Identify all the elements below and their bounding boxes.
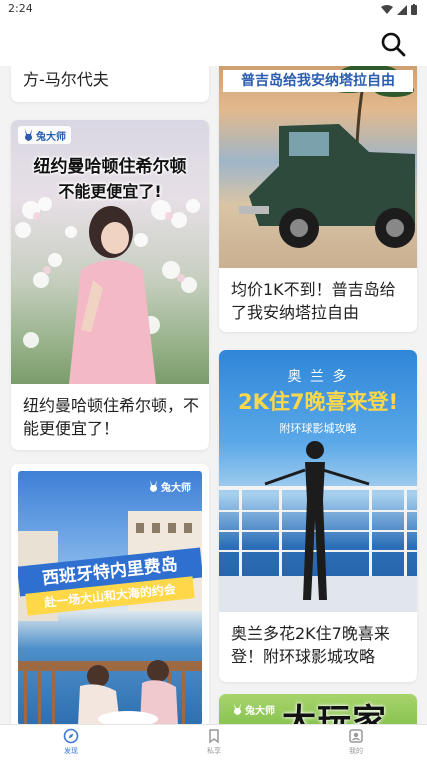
bookmark-icon xyxy=(209,729,219,744)
card-image: 兔大师 纽约曼哈顿住希尔顿 不能更便宜了! xyxy=(11,120,209,384)
card-title: 纽约曼哈顿住希尔顿，不能更便宜了！ xyxy=(23,396,200,438)
brand-badge: 兔大师 xyxy=(227,700,280,718)
bottom-tab-bar: 发现 私享 我的 xyxy=(0,724,427,760)
top-bar xyxy=(0,20,427,66)
jeep-beach-photo xyxy=(239,66,415,248)
image-overlay-text: 纽约曼哈顿住希尔顿 xyxy=(33,157,187,177)
search-icon[interactable] xyxy=(379,30,407,58)
card-image: 奥 兰 多 2K住7晚喜来登! 附环球影城攻略 xyxy=(219,350,417,612)
status-icons xyxy=(381,4,417,15)
rabbit-logo-icon xyxy=(24,129,33,141)
battery-icon xyxy=(411,4,417,15)
image-overlay-subtext: 附环球影城攻略 xyxy=(279,422,357,435)
card-title: 均价1K不到！普吉岛给了我安纳塔拉自由 xyxy=(231,280,396,322)
brand-badge-label: 兔大师 xyxy=(36,131,66,143)
tab-label: 发现 xyxy=(64,747,78,755)
tab-discover[interactable]: 发现 xyxy=(41,728,101,760)
status-time: 2:24 xyxy=(8,2,33,15)
feed-card[interactable]: 兔大师 西班牙特内里费岛 赴一场大山和大海的约会 xyxy=(11,464,209,724)
profile-icon xyxy=(349,729,363,743)
status-bar: 2:24 xyxy=(0,0,427,20)
image-overlay-subtext: 不能更便宜了! xyxy=(58,182,162,201)
image-overlay-text: 2K住7晚喜来登! xyxy=(237,390,399,414)
tab-profile[interactable]: 我的 xyxy=(326,728,386,760)
feed-card[interactable]: 奥 兰 多 2K住7晚喜来登! 附环球影城攻略 奥兰多花2K住7晚喜来登！附环球… xyxy=(219,350,417,682)
compass-icon xyxy=(63,728,79,744)
feed-card[interactable]: 普吉岛给我安纳塔拉自由 均价1K不到！普吉岛给了我安纳塔拉自由 xyxy=(219,66,417,332)
image-overlay-text: 普吉岛给我安纳塔拉自由 xyxy=(241,73,395,89)
brand-badge-label: 兔大师 xyxy=(245,705,275,717)
rabbit-logo-icon xyxy=(149,480,158,492)
tab-label: 私享 xyxy=(207,747,221,755)
tab-exclusive[interactable]: 私享 xyxy=(184,728,244,760)
feed: 方-马尔代夫 兔大师 纽约曼哈顿住希尔顿 不能更便宜了! 纽约曼哈顿住希尔顿，不… xyxy=(0,66,427,724)
rabbit-logo-icon xyxy=(233,703,242,715)
tab-label: 我的 xyxy=(349,747,363,755)
brand-badge: 兔大师 xyxy=(143,477,196,495)
card-title: 方-马尔代夫 xyxy=(23,70,109,89)
brand-badge: 兔大师 xyxy=(18,126,71,144)
overlay-banner: 普吉岛给我安纳塔拉自由 xyxy=(223,70,413,92)
feed-card[interactable]: 方-马尔代夫 xyxy=(11,66,209,102)
image-overlay-top: 奥 兰 多 xyxy=(287,369,349,385)
card-image: 普吉岛给我安纳塔拉自由 xyxy=(219,66,417,268)
signal-icon xyxy=(397,4,407,15)
feed-card[interactable]: 兔大师 纽约曼哈顿住希尔顿 不能更便宜了! 纽约曼哈顿住希尔顿，不能更便宜了！ xyxy=(11,120,209,450)
brand-badge-label: 兔大师 xyxy=(161,482,191,494)
wifi-icon xyxy=(381,4,393,14)
card-image: 兔大师 西班牙特内里费岛 赴一场大山和大海的约会 xyxy=(18,471,202,724)
card-title: 奥兰多花2K住7晚喜来登！附环球影城攻略 xyxy=(231,624,390,666)
